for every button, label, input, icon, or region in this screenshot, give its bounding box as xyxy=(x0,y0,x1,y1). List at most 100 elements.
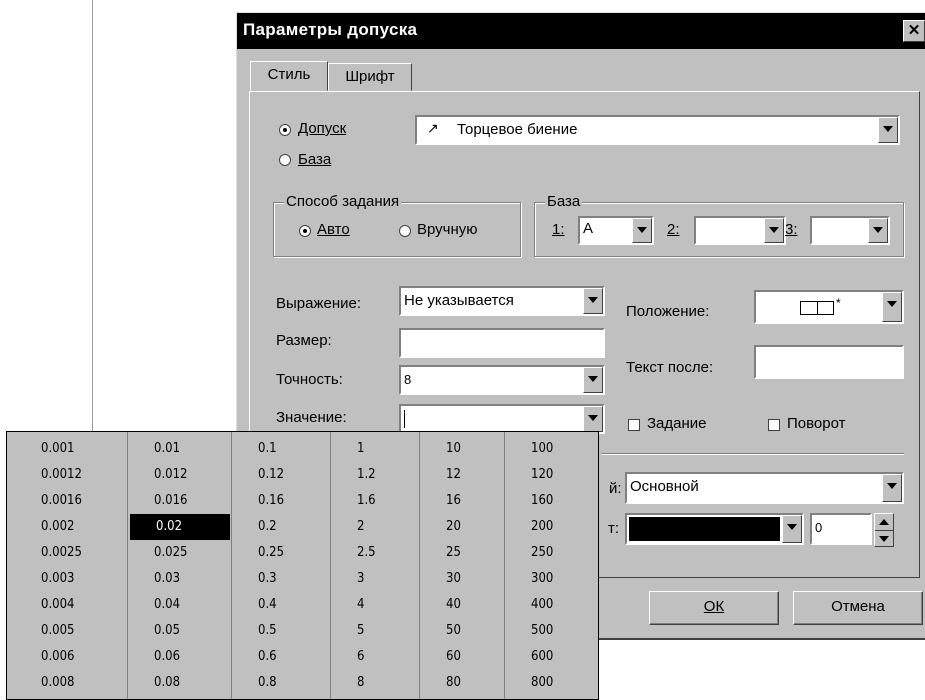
value-list-item[interactable]: 0.016 xyxy=(148,488,230,514)
value-list-item[interactable]: 0.004 xyxy=(35,592,126,618)
value-list-item[interactable]: 3 xyxy=(351,566,418,592)
value-list-item[interactable]: 0.012 xyxy=(148,462,230,488)
value-list-item[interactable]: 200 xyxy=(525,514,596,540)
base2-dropdown[interactable] xyxy=(694,216,786,245)
rotate-checkbox[interactable] xyxy=(768,419,780,431)
tab-font[interactable]: Шрифт xyxy=(328,63,412,91)
value-dropdown[interactable] xyxy=(399,404,605,434)
value-list-item[interactable]: 0.01 xyxy=(148,436,230,462)
value-list-item[interactable]: 500 xyxy=(525,618,596,644)
chevron-down-icon[interactable] xyxy=(878,117,898,143)
chevron-down-icon[interactable] xyxy=(782,515,802,543)
value-list-item[interactable]: 1.2 xyxy=(351,462,418,488)
close-button[interactable]: ✕ xyxy=(903,20,925,42)
value-list-item[interactable]: 25 xyxy=(440,540,503,566)
value-list-item[interactable]: 160 xyxy=(525,488,596,514)
tolerance-radio[interactable] xyxy=(279,124,291,136)
layer-dropdown[interactable]: Основной xyxy=(625,472,904,504)
value-list-item[interactable]: 0.16 xyxy=(252,488,329,514)
value-list-item[interactable]: 0.6 xyxy=(252,644,329,670)
cancel-button[interactable]: Отмена xyxy=(793,591,923,625)
tab-style[interactable]: Стиль xyxy=(250,61,328,91)
value-list-item[interactable]: 0.25 xyxy=(252,540,329,566)
precision-dropdown[interactable]: 8 xyxy=(399,365,605,395)
title-bar[interactable]: Параметры допуска ✕ xyxy=(237,13,925,49)
auto-radio[interactable] xyxy=(299,225,311,237)
value-list-item[interactable]: 12 xyxy=(440,462,503,488)
value-list-item[interactable]: 0.1 xyxy=(252,436,329,462)
value-list-item[interactable]: 60 xyxy=(440,644,503,670)
ok-button-label: ОК xyxy=(703,598,725,615)
value-list-item[interactable]: 0.02 xyxy=(130,514,230,540)
value-list-item[interactable]: 400 xyxy=(525,592,596,618)
chevron-down-icon[interactable] xyxy=(632,218,652,243)
value-list-item[interactable]: 100 xyxy=(525,436,596,462)
task-checkbox[interactable] xyxy=(628,419,640,431)
value-list-item[interactable]: 0.002 xyxy=(35,514,126,540)
value-list-item[interactable]: 2 xyxy=(351,514,418,540)
value-list-item[interactable]: 0.3 xyxy=(252,566,329,592)
arrow-down-icon[interactable] xyxy=(879,536,889,542)
value-list-item[interactable]: 0.08 xyxy=(148,670,230,696)
tolerance-type-dropdown[interactable]: ↗ Торцевое биение xyxy=(415,115,900,145)
ok-button[interactable]: ОК xyxy=(649,591,779,625)
value-list-item[interactable]: 5 xyxy=(351,618,418,644)
chevron-down-icon[interactable] xyxy=(583,367,603,393)
value-list-item[interactable]: 6 xyxy=(351,644,418,670)
value-list-item[interactable]: 0.005 xyxy=(35,618,126,644)
value-list-item[interactable]: 30 xyxy=(440,566,503,592)
value-list-item[interactable]: 250 xyxy=(525,540,596,566)
value-list-item[interactable]: 10 xyxy=(440,436,503,462)
chevron-down-icon[interactable] xyxy=(583,406,603,432)
value-list-item[interactable]: 0.0025 xyxy=(35,540,126,566)
chevron-down-icon[interactable] xyxy=(882,292,902,322)
value-list-item[interactable]: 0.06 xyxy=(148,644,230,670)
base1-dropdown[interactable]: A xyxy=(578,216,654,245)
width-spinner[interactable] xyxy=(874,513,894,547)
value-list-item[interactable]: 0.008 xyxy=(35,670,126,696)
value-list-item[interactable]: 0.8 xyxy=(252,670,329,696)
value-list-item[interactable]: 20 xyxy=(440,514,503,540)
value-list-item[interactable]: 0.001 xyxy=(35,436,126,462)
value-list-item[interactable]: 2.5 xyxy=(351,540,418,566)
size-input[interactable] xyxy=(399,328,605,358)
color-dropdown[interactable] xyxy=(625,513,804,545)
value-list-item[interactable]: 40 xyxy=(440,592,503,618)
value-list-item[interactable]: 0.5 xyxy=(252,618,329,644)
arrow-up-icon[interactable] xyxy=(879,519,889,525)
value-list-item[interactable]: 0.006 xyxy=(35,644,126,670)
value-list-item[interactable]: 0.0016 xyxy=(35,488,126,514)
expression-dropdown[interactable]: Не указывается xyxy=(399,286,605,316)
chevron-down-icon[interactable] xyxy=(882,474,902,502)
value-list-item[interactable]: 4 xyxy=(351,592,418,618)
value-list-item[interactable]: 0.03 xyxy=(148,566,230,592)
value-list-item[interactable]: 80 xyxy=(440,670,503,696)
value-list-item[interactable]: 0.4 xyxy=(252,592,329,618)
value-list-item[interactable]: 0.05 xyxy=(148,618,230,644)
value-list-item[interactable]: 8 xyxy=(351,670,418,696)
manual-radio[interactable] xyxy=(399,225,411,237)
text-after-input[interactable] xyxy=(754,345,904,379)
value-list-item[interactable]: 0.0012 xyxy=(35,462,126,488)
value-list-item[interactable]: 0.025 xyxy=(148,540,230,566)
chevron-down-icon[interactable] xyxy=(868,218,888,243)
base3-dropdown[interactable] xyxy=(810,216,890,245)
value-list-item[interactable]: 120 xyxy=(525,462,596,488)
manual-radio-label: Вручную xyxy=(417,221,478,238)
value-list-item[interactable]: 300 xyxy=(525,566,596,592)
value-list-item[interactable]: 16 xyxy=(440,488,503,514)
base-radio[interactable] xyxy=(279,154,291,166)
value-list-item[interactable]: 0.04 xyxy=(148,592,230,618)
value-list-item[interactable]: 600 xyxy=(525,644,596,670)
value-list-item[interactable]: 800 xyxy=(525,670,596,696)
value-list-item[interactable]: 0.003 xyxy=(35,566,126,592)
value-list-item[interactable]: 0.12 xyxy=(252,462,329,488)
chevron-down-icon[interactable] xyxy=(583,288,603,314)
value-list-item[interactable]: 0.2 xyxy=(252,514,329,540)
value-list-item[interactable]: 1.6 xyxy=(351,488,418,514)
value-list-item[interactable]: 1 xyxy=(351,436,418,462)
chevron-down-icon[interactable] xyxy=(764,218,784,243)
value-list-item[interactable]: 50 xyxy=(440,618,503,644)
width-input[interactable]: 0 xyxy=(810,513,872,545)
position-dropdown[interactable]: * xyxy=(754,290,904,324)
